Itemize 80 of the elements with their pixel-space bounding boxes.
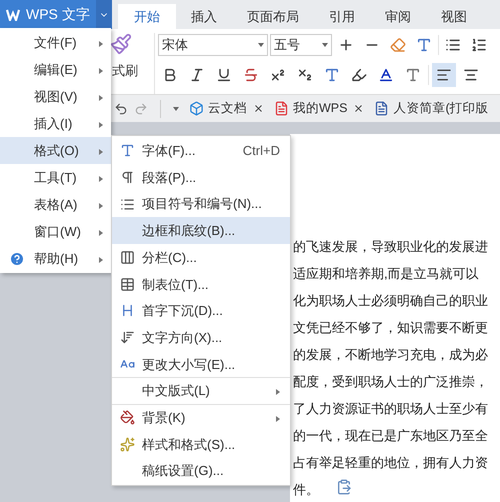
menu-item[interactable]: 工具(T) — [0, 164, 111, 191]
submenu-item[interactable]: 制表位(T)... — [112, 270, 290, 298]
ribbon-tab[interactable]: 引用 — [314, 4, 370, 29]
app-title: WPS 文字 — [26, 5, 90, 24]
submenu-item[interactable]: 项目符号和编号(N)... — [112, 190, 290, 218]
close-icon[interactable] — [353, 103, 364, 114]
paint-bucket-icon — [120, 410, 134, 426]
document-icon — [374, 101, 390, 116]
submenu-arrow-icon — [99, 202, 103, 209]
align-left-button[interactable] — [432, 63, 456, 87]
shortcut-label: Ctrl+D — [242, 142, 280, 160]
body-text-line: 件。 — [292, 481, 319, 499]
submenu-item[interactable]: 样式和格式(S)... — [112, 430, 290, 458]
app-button[interactable]: WPS 文字 — [0, 0, 112, 29]
caret-icon — [322, 43, 328, 47]
font-size-field[interactable]: 五号 — [270, 34, 332, 56]
undo-icon[interactable] — [114, 102, 128, 116]
format-painter-icon — [110, 33, 132, 55]
columns-icon — [120, 250, 134, 266]
menu-item[interactable]: 插入(I) — [0, 110, 111, 137]
submenu-arrow-icon — [99, 176, 103, 182]
dropdown-caret-icon — [173, 106, 179, 110]
app-dropdown[interactable] — [96, 0, 112, 29]
submenu-item[interactable]: 边框和底纹(B)... — [112, 217, 290, 244]
submenu-arrow-icon — [99, 256, 103, 263]
submenu-item[interactable]: 中文版式(L) — [112, 377, 290, 404]
align-left-icon — [436, 67, 452, 83]
ribbon-tab[interactable]: 审阅 — [370, 4, 426, 29]
ribbon-tab[interactable]: 视图 — [426, 4, 482, 29]
list-icon — [120, 196, 134, 212]
body-text-line: 的飞速发展，导致职业化的发展进 — [292, 238, 488, 256]
submenu-item[interactable]: 背景(K) — [112, 404, 290, 431]
menu-item[interactable]: 窗口(W) — [0, 218, 111, 245]
menu-item[interactable]: 表格(A) — [0, 191, 111, 218]
document-tab[interactable]: 云文档 — [189, 99, 247, 118]
body-text-line: 化为职场人士必须明确自己的职业 — [292, 292, 488, 310]
submenu-item[interactable]: 更改大小写(E)... — [112, 350, 290, 378]
ribbon-tab[interactable]: 插入 — [176, 4, 232, 29]
body-text-line: 的一代，现在已是广东地区乃至全 — [292, 427, 488, 445]
cube-icon — [189, 101, 204, 116]
submenu-item[interactable]: 文字方向(X)... — [112, 324, 290, 350]
submenu-arrow-icon — [99, 68, 103, 74]
document-tab[interactable]: 人资简章(打印版 — [374, 99, 489, 118]
submenu-arrow-icon — [276, 416, 280, 422]
submenu-item[interactable]: 分栏(C)... — [112, 244, 290, 270]
submenu-arrow-icon — [99, 40, 103, 47]
font-name-field[interactable]: 宋体 — [158, 34, 268, 56]
body-text-line: 配度，受到职场人士的广泛推崇， — [292, 373, 488, 391]
menu-item[interactable]: 编辑(E) — [0, 56, 111, 83]
menu-item[interactable]: 格式(O) — [0, 137, 111, 164]
menu-item[interactable]: 帮助(H) — [0, 245, 111, 272]
table-icon — [120, 276, 134, 292]
styles-icon — [120, 436, 134, 452]
submenu-arrow-icon — [99, 94, 103, 101]
body-text-line: 适应期和培养期,而是立马就可以 — [292, 265, 479, 283]
text-direction-icon — [120, 330, 134, 346]
body-text-line: 了人力资源证书的职场人士至少有 — [292, 400, 488, 418]
submenu-arrow-icon — [276, 389, 280, 396]
body-text-line: 占有举足轻重的地位，拥有人力资 — [292, 454, 488, 472]
paragraph-icon — [120, 170, 134, 186]
body-text-line: 的发展，不断地学习充电，成为必 — [292, 346, 488, 364]
close-icon[interactable] — [253, 103, 264, 114]
ribbon-tab[interactable]: 页面布局 — [232, 4, 314, 29]
document-tab[interactable]: 我的WPS — [274, 99, 348, 118]
format-painter-label[interactable]: 式刷 — [112, 61, 138, 80]
help-icon — [9, 250, 25, 266]
body-text-line: 文凭已经不够了，知识需要不断更 — [292, 319, 488, 337]
submenu-arrow-icon — [99, 230, 103, 236]
submenu-item[interactable]: 首字下沉(D)... — [112, 297, 290, 324]
menu-item[interactable]: 文件(F) — [0, 29, 111, 56]
caret-icon — [258, 43, 264, 47]
submenu-arrow-icon — [99, 148, 103, 155]
ribbon-tab[interactable]: 开始 — [118, 4, 176, 29]
submenu-item[interactable]: 稿纸设置(G)... — [112, 457, 290, 484]
menu-item[interactable]: 视图(V) — [0, 83, 111, 110]
font-icon — [120, 143, 134, 158]
paste-options-icon[interactable] — [336, 479, 352, 495]
submenu-item[interactable]: 段落(P)... — [112, 164, 290, 190]
submenu-arrow-icon — [99, 122, 103, 128]
submenu-item[interactable]: 字体(F)... Ctrl+D — [112, 137, 290, 164]
